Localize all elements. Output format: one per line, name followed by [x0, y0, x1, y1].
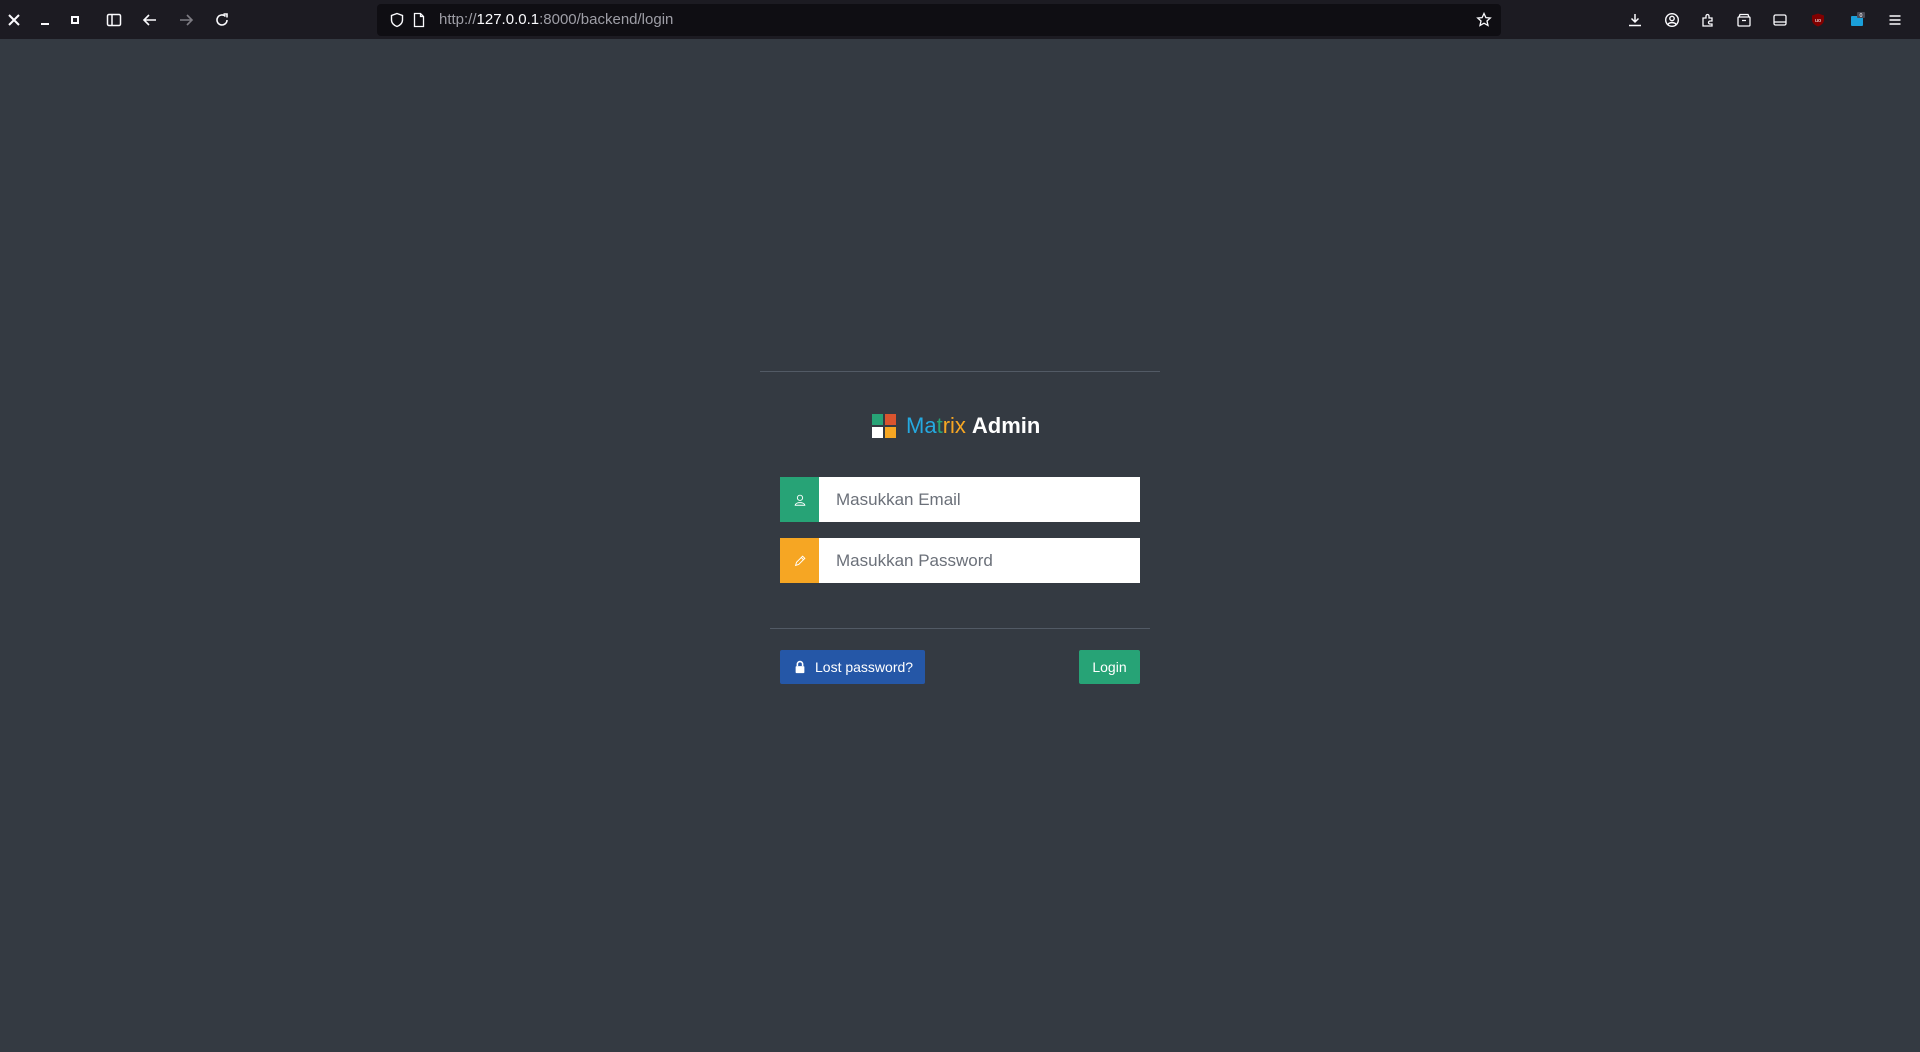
- logo-letter: r: [942, 413, 951, 438]
- logo-admin-text: Admin: [971, 413, 1041, 438]
- logo-square: [885, 414, 896, 425]
- login-box: MatrixAdmin Lost password? Login: [760, 371, 1160, 691]
- logo: Matrix Admin: [872, 413, 1040, 439]
- minimize-window-icon[interactable]: [33, 8, 57, 32]
- svg-text:0: 0: [1859, 13, 1862, 19]
- email-input-group: [780, 477, 1140, 522]
- back-icon[interactable]: [138, 8, 162, 32]
- close-window-icon[interactable]: [2, 8, 26, 32]
- forward-icon[interactable]: [174, 8, 198, 32]
- ublock-origin-icon[interactable]: uo: [1806, 8, 1830, 32]
- tab-containers-icon[interactable]: [1732, 8, 1756, 32]
- account-icon[interactable]: [1660, 8, 1684, 32]
- lost-password-label: Lost password?: [815, 659, 914, 675]
- logo-letter: x: [954, 413, 966, 438]
- extension-badge-icon[interactable]: 0: [1845, 8, 1869, 32]
- logo-letter: M: [906, 413, 925, 438]
- address-bar[interactable]: http://127.0.0.1:8000/backend/login: [377, 4, 1501, 36]
- page-icon: [407, 8, 431, 32]
- extensions-icon[interactable]: [1696, 8, 1720, 32]
- user-icon: [780, 477, 819, 522]
- logo-brand-text: Matrix: [906, 413, 966, 438]
- logo-mark: [872, 414, 896, 438]
- browser-toolbar: http://127.0.0.1:8000/backend/login uo 0: [0, 0, 1920, 39]
- url-text[interactable]: http://127.0.0.1:8000/backend/login: [439, 4, 673, 36]
- password-input-group: [780, 538, 1140, 583]
- logo-letter: a: [924, 413, 937, 438]
- reader-view-icon[interactable]: [1768, 8, 1792, 32]
- email-input[interactable]: [819, 477, 1140, 522]
- logo-square: [885, 427, 896, 438]
- svg-text:uo: uo: [1815, 18, 1821, 24]
- logo-text: Matrix Admin: [906, 413, 1040, 439]
- shield-icon[interactable]: [385, 8, 409, 32]
- menu-icon[interactable]: [1883, 8, 1907, 32]
- logo-square: [872, 427, 883, 438]
- login-label: Login: [1092, 659, 1127, 675]
- bookmark-star-icon[interactable]: [1472, 8, 1496, 32]
- password-input[interactable]: [819, 538, 1140, 583]
- lock-icon: [795, 660, 805, 674]
- sidebar-toggle-icon[interactable]: [102, 8, 126, 32]
- form-divider: [770, 628, 1150, 629]
- login-button[interactable]: Login: [1079, 650, 1140, 684]
- reload-icon[interactable]: [210, 8, 234, 32]
- downloads-icon[interactable]: [1623, 8, 1647, 32]
- lost-password-button[interactable]: Lost password?: [780, 650, 925, 684]
- maximize-window-icon[interactable]: [63, 8, 87, 32]
- logo-square: [872, 414, 883, 425]
- pencil-icon: [780, 538, 819, 583]
